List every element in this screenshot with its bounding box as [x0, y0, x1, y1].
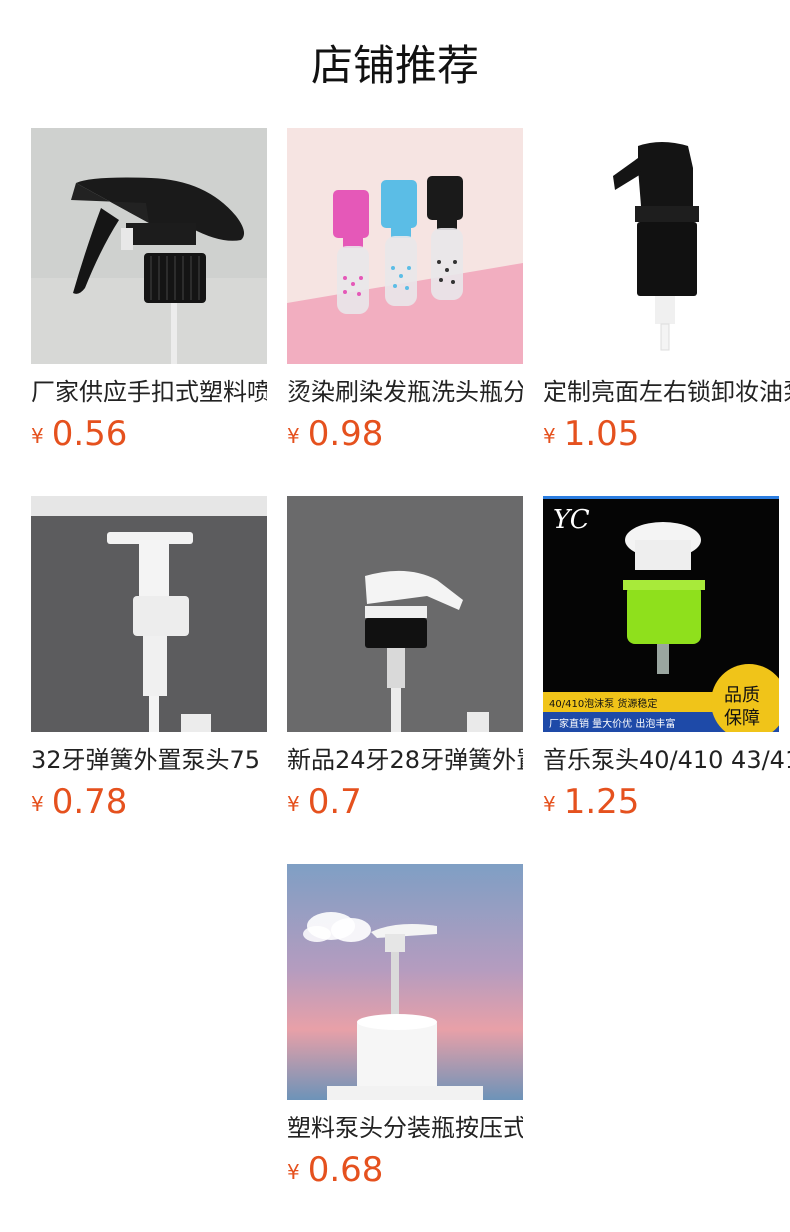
- black-collar-pump-image[interactable]: [287, 496, 523, 732]
- currency-symbol: ¥: [543, 792, 556, 816]
- price-value: 1.25: [563, 782, 640, 822]
- product-card[interactable]: 厂家供应手扣式塑料喷头 ¥0.56: [31, 128, 267, 460]
- black-pump-image[interactable]: [543, 128, 779, 364]
- product-card[interactable]: 烫染刷染发瓶洗头瓶分装 ¥0.98: [287, 128, 523, 460]
- store-recommend-page: 店铺推荐 厂家供应手扣式塑料喷头: [0, 0, 790, 1232]
- product-name[interactable]: 32牙弹簧外置泵头75: [31, 744, 267, 776]
- product-name[interactable]: 厂家供应手扣式塑料喷头: [31, 376, 267, 408]
- product-name[interactable]: 新品24牙28牙弹簧外置: [287, 744, 523, 776]
- price-value: 0.68: [307, 1150, 384, 1190]
- product-name[interactable]: 定制亮面左右锁卸妆油泵头: [543, 376, 790, 408]
- quality-badge-line1: 品质: [724, 685, 760, 706]
- product-price: ¥0.68: [287, 1150, 523, 1196]
- product-card[interactable]: 塑料泵头分装瓶按压式泵 ¥0.68: [287, 864, 523, 1196]
- product-card[interactable]: 32牙弹簧外置泵头75 ¥0.78: [31, 496, 267, 828]
- currency-symbol: ¥: [31, 792, 44, 816]
- product-card[interactable]: 新品24牙28牙弹簧外置 ¥0.7: [287, 496, 523, 828]
- product-price: ¥0.78: [31, 782, 267, 828]
- product-card[interactable]: 定制亮面左右锁卸妆油泵头 ¥1.05: [543, 128, 790, 460]
- product-name[interactable]: 音乐泵头40/410 43/410: [543, 744, 790, 776]
- price-value: 0.56: [51, 414, 128, 454]
- price-value: 0.78: [51, 782, 128, 822]
- banner-text: 40/410泡沫泵 货源稳定: [549, 697, 657, 710]
- quality-badge-line2: 保障: [724, 708, 760, 729]
- product-name[interactable]: 烫染刷染发瓶洗头瓶分装: [287, 376, 523, 408]
- page-title: 店铺推荐: [310, 41, 479, 90]
- price-value: 0.98: [307, 414, 384, 454]
- dye-brush-bottles-image[interactable]: [287, 128, 523, 364]
- trigger-sprayer-image[interactable]: [31, 128, 267, 364]
- currency-symbol: ¥: [287, 1160, 300, 1184]
- foam-pump-image[interactable]: YC 40/410泡沫泵 货源稳定 厂家直销 量大价优 出泡丰富 品质 保障: [543, 496, 779, 732]
- currency-symbol: ¥: [287, 424, 300, 448]
- product-price: ¥0.98: [287, 414, 523, 460]
- price-value: 1.05: [563, 414, 640, 454]
- white-lotion-pump-image[interactable]: [31, 496, 267, 732]
- product-price: ¥1.25: [543, 782, 790, 828]
- banner-sub-text: 厂家直销 量大价优 出泡丰富: [549, 717, 675, 730]
- currency-symbol: ¥: [287, 792, 300, 816]
- product-price: ¥1.05: [543, 414, 790, 460]
- product-price: ¥0.56: [31, 414, 267, 460]
- cloud-pump-image[interactable]: [287, 864, 523, 1100]
- currency-symbol: ¥: [543, 424, 556, 448]
- brand-logo: YC: [553, 505, 590, 535]
- price-value: 0.7: [307, 782, 362, 822]
- currency-symbol: ¥: [31, 424, 44, 448]
- product-card[interactable]: YC 40/410泡沫泵 货源稳定 厂家直销 量大价优 出泡丰富 品质 保障 音…: [543, 496, 790, 828]
- product-name[interactable]: 塑料泵头分装瓶按压式泵: [287, 1112, 523, 1144]
- product-price: ¥0.7: [287, 782, 523, 828]
